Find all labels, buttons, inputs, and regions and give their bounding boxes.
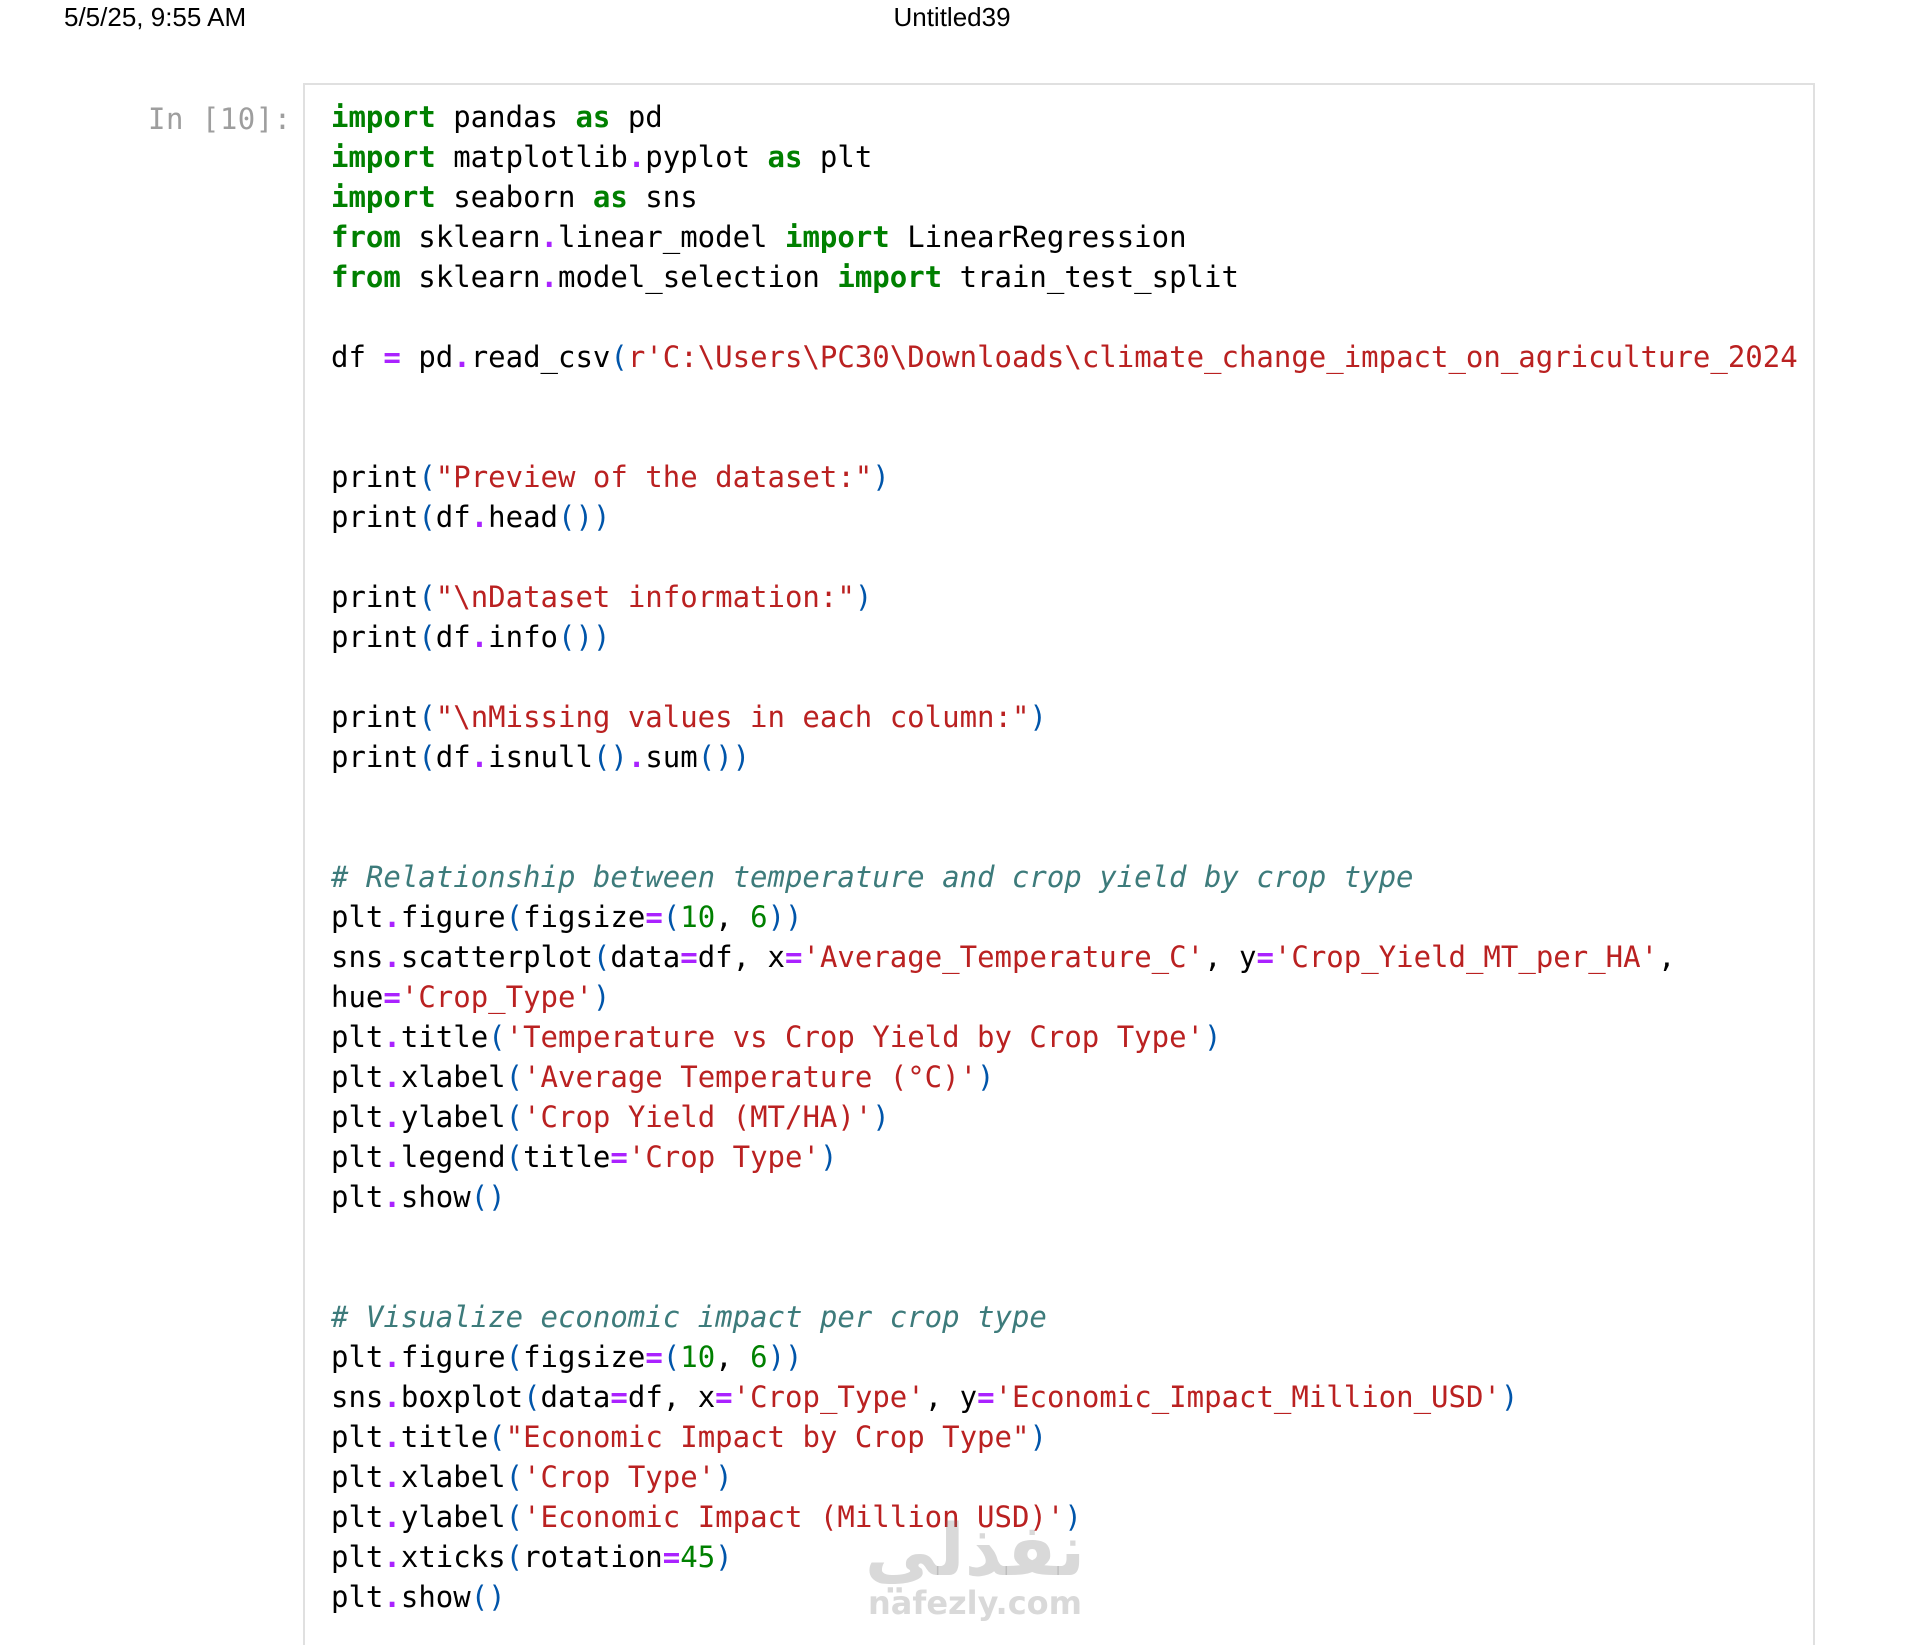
code-line: # Relationship between temperature and c… [331, 860, 1414, 894]
code-line: ​ [331, 417, 1798, 457]
code-line: ​ [331, 297, 1798, 337]
code-line: plt.ylabel('Economic Impact (Million USD… [331, 1500, 1082, 1534]
code-line: print("\nMissing values in each column:"… [331, 700, 1047, 734]
code-line: ​ [331, 537, 1798, 577]
code-line: ​ [331, 657, 1798, 697]
code-line: ​ [331, 377, 1798, 417]
code-line: df = pd.read_csv(r'C:\Users\PC30\Downloa… [331, 340, 1798, 374]
code-line: plt.show() [331, 1180, 506, 1214]
code-line: plt.xlabel('Crop Type') [331, 1460, 733, 1494]
code-line: print("Preview of the dataset:") [331, 460, 890, 494]
code-line: ​ [331, 1257, 1798, 1297]
code-line: plt.xticks(rotation=45) [331, 1540, 733, 1574]
code-line: ​ [331, 777, 1798, 817]
code-line: print("\nDataset information:") [331, 580, 873, 614]
code-line: sns.scatterplot(data=df, x='Average_Temp… [331, 940, 1676, 974]
code-line: import seaborn as sns [331, 180, 698, 214]
code-line: plt.figure(figsize=(10, 6)) [331, 900, 803, 934]
code-line: plt.xlabel('Average Temperature (°C)') [331, 1060, 995, 1094]
code-line: plt.show() [331, 1580, 506, 1614]
code-line: plt.title("Economic Impact by Crop Type"… [331, 1420, 1047, 1454]
code-line: print(df.info()) [331, 620, 611, 654]
code-line: import matplotlib.pyplot as plt [331, 140, 873, 174]
code-line: plt.legend(title='Crop Type') [331, 1140, 838, 1174]
code-line: ​ [331, 1217, 1798, 1257]
code-line: from sklearn.model_selection import trai… [331, 260, 1239, 294]
notebook-title: Untitled39 [893, 2, 1011, 32]
code-line: hue='Crop_Type') [331, 980, 611, 1014]
code-line: from sklearn.linear_model import LinearR… [331, 220, 1187, 254]
print-header: 5/5/25, 9:55 AM Untitled39 [0, 0, 1920, 40]
code-line: sns.boxplot(data=df, x='Crop_Type', y='E… [331, 1380, 1519, 1414]
code-line: ​ [331, 817, 1798, 857]
code-line: plt.figure(figsize=(10, 6)) [331, 1340, 803, 1374]
code-line: # Visualize economic impact per crop typ… [331, 1300, 1047, 1334]
code-editor[interactable]: import pandas as pd import matplotlib.pyp… [331, 97, 1798, 1617]
cell-prompt: In [10]: [148, 102, 292, 136]
code-line: print(df.head()) [331, 500, 611, 534]
code-line: import pandas as pd [331, 100, 663, 134]
code-cell[interactable]: import pandas as pd import matplotlib.pyp… [303, 83, 1815, 1645]
code-line: plt.title('Temperature vs Crop Yield by … [331, 1020, 1222, 1054]
code-line: print(df.isnull().sum()) [331, 740, 751, 774]
code-line: plt.ylabel('Crop Yield (MT/HA)') [331, 1100, 890, 1134]
